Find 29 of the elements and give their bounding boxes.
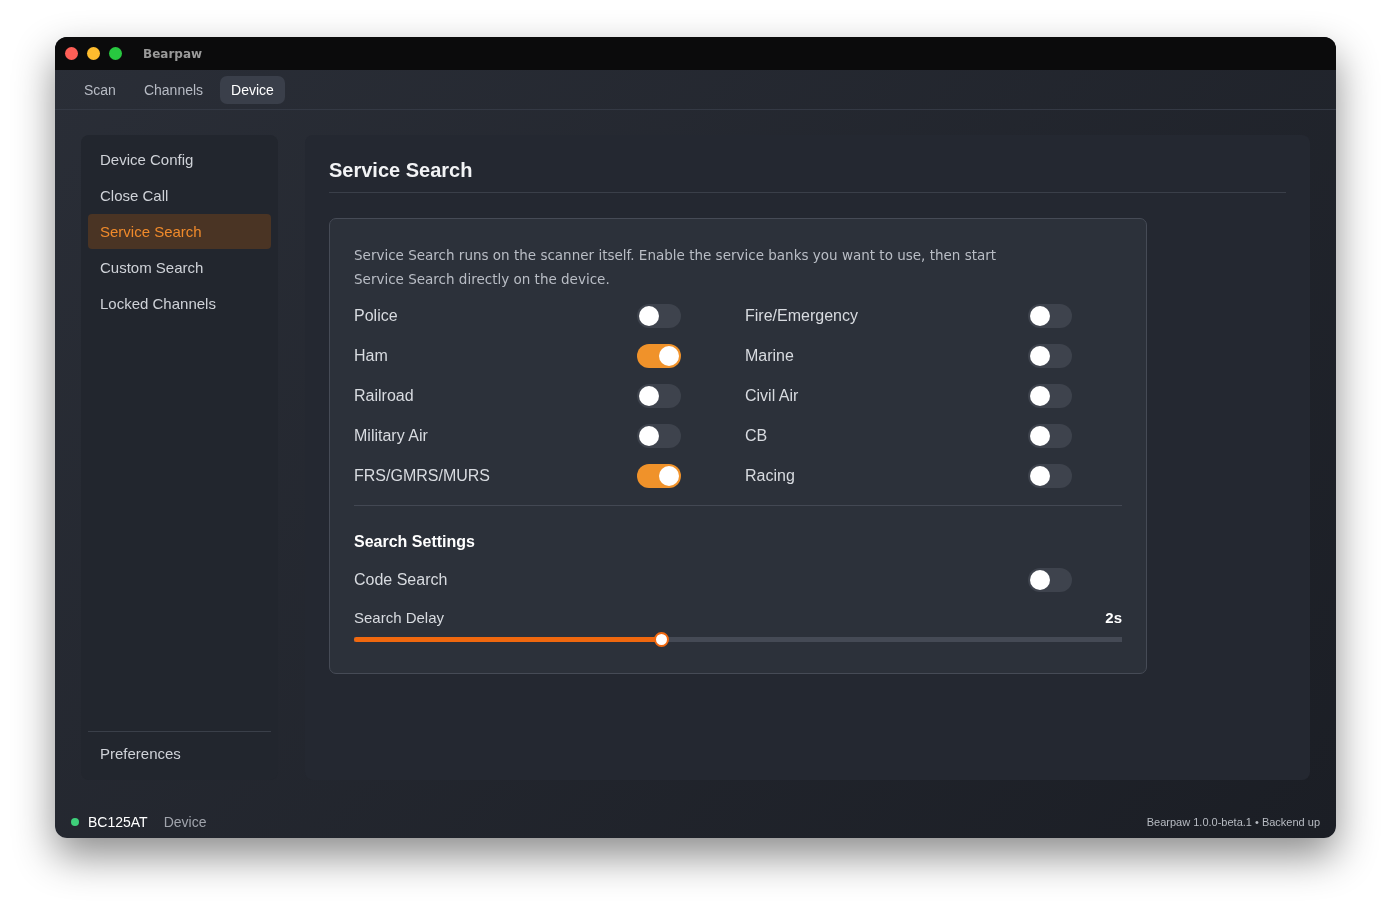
version-text: Bearpaw 1.0.0-beta.1 • Backend up	[1146, 816, 1320, 828]
setting-label: Search Delay	[354, 609, 445, 626]
device-name: BC125AT	[88, 814, 148, 830]
sidebar-item[interactable]: Preferences	[88, 736, 271, 771]
bank-label: Police	[354, 307, 398, 325]
bank-label: Military Air	[354, 427, 428, 445]
section-title: Search Settings	[354, 533, 476, 551]
bank-label: Civil Air	[745, 387, 799, 405]
bank-label: Fire/Emergency	[745, 307, 858, 325]
section-label: Device	[163, 814, 207, 830]
bank-label: FRS/GMRS/MURS	[354, 467, 490, 485]
sidebar-item[interactable]: Service Search	[88, 214, 271, 249]
bank-label: Ham	[354, 347, 388, 365]
setting-label: Code Search	[354, 571, 448, 589]
tab[interactable]: Device	[220, 75, 285, 104]
bank-label: Railroad	[354, 387, 414, 405]
bank-label: CB	[745, 427, 768, 445]
description-text: Service Search runs on the scanner itself. Enable the service banks you want to use, then start Service Search directly on the device.	[354, 246, 998, 289]
sidebar-item[interactable]: Locked Channels	[88, 286, 271, 321]
sidebar-item[interactable]: Custom Search	[88, 250, 271, 285]
sidebar-item[interactable]: Close Call	[88, 178, 271, 213]
slider-value: 2s	[1105, 609, 1122, 626]
sidebar-item[interactable]: Device Config	[88, 142, 271, 177]
panel-title: Service Search	[329, 159, 1286, 193]
tab[interactable]: Scan	[73, 75, 127, 104]
bank-label: Racing	[745, 467, 795, 485]
tab[interactable]: Channels	[132, 75, 215, 104]
window-title: Bearpaw	[143, 46, 203, 61]
bank-label: Marine	[745, 347, 794, 365]
